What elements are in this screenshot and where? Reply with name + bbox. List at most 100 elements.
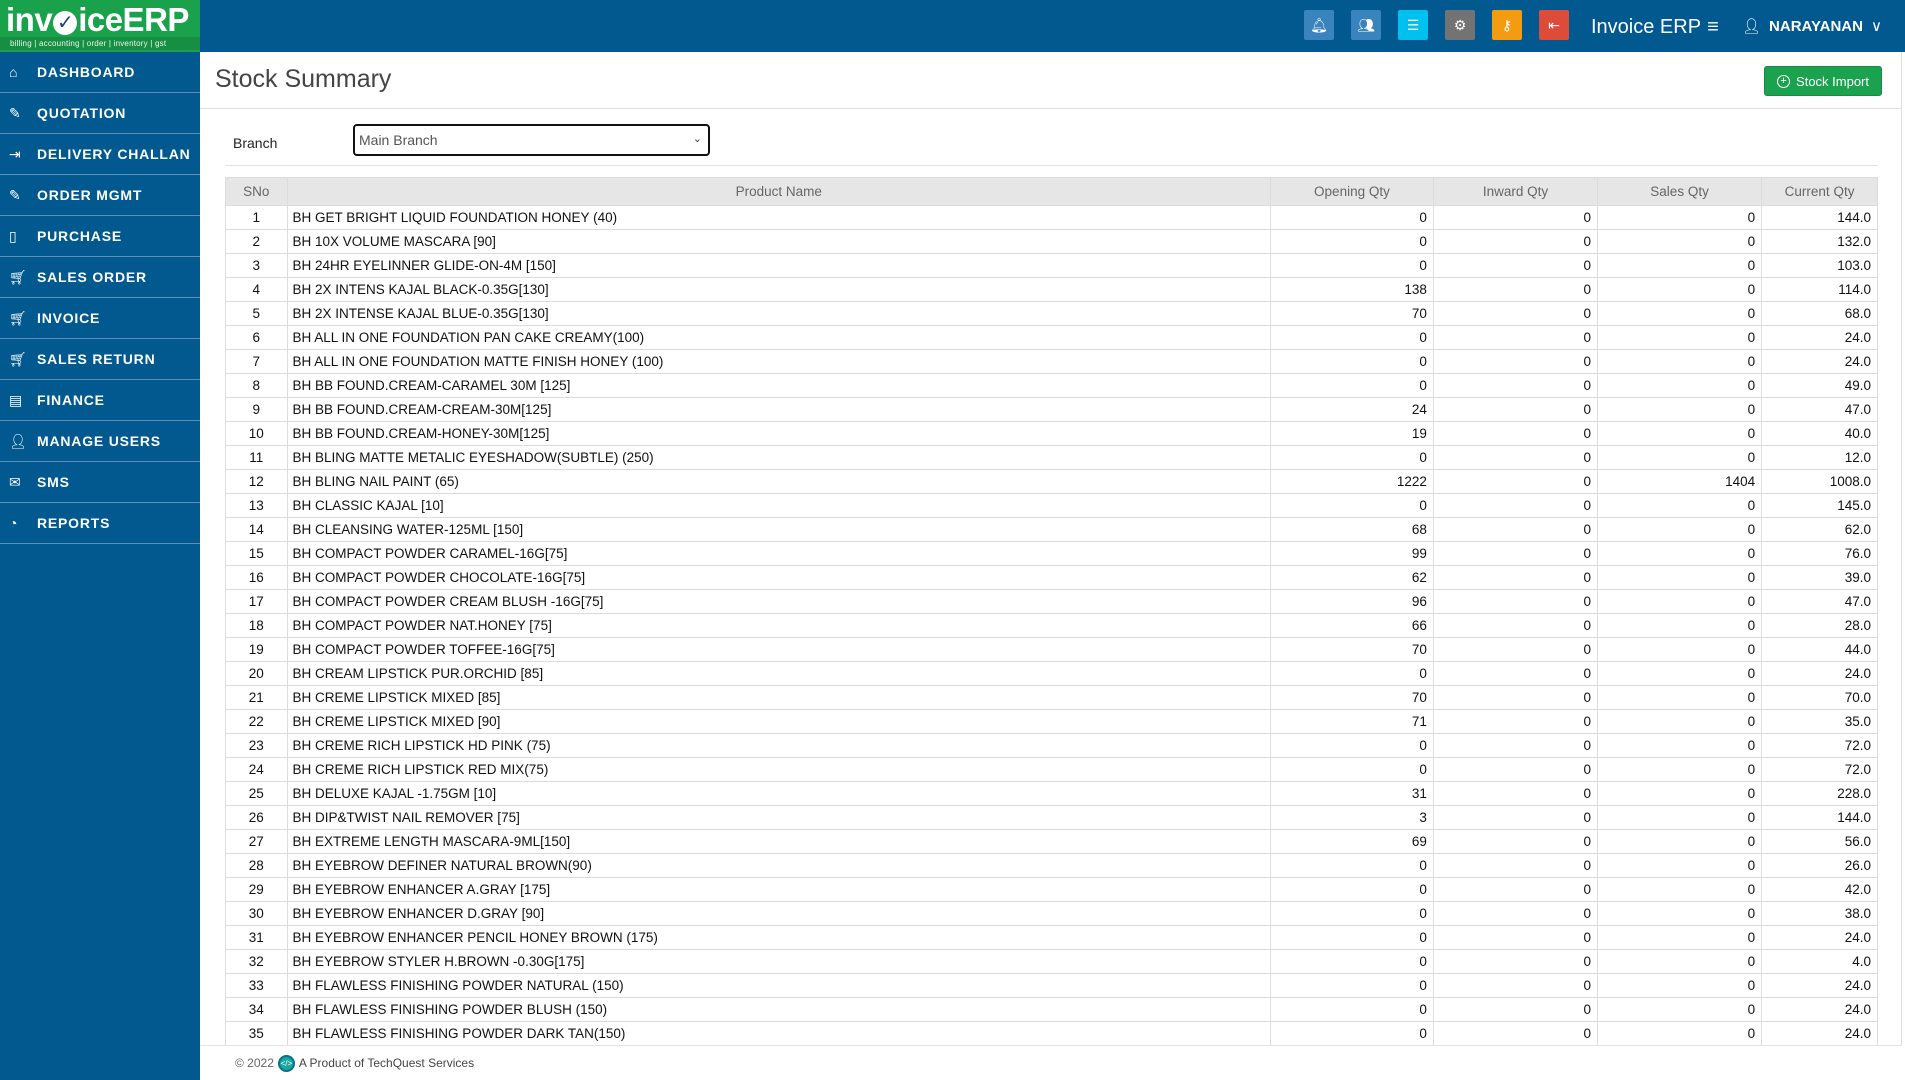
- user-menu[interactable]: 👤︎ NARAYANAN ∨: [1742, 15, 1882, 39]
- branch-select[interactable]: Main Branch ⌄: [353, 124, 710, 156]
- current-qty-cell: 72.0: [1761, 757, 1878, 782]
- sidebar-item-sales-return[interactable]: 🛒︎ SALES RETURN: [0, 339, 200, 380]
- sidebar-item-reports[interactable]: ◔ REPORTS: [0, 503, 200, 544]
- app-logo[interactable]: inv ✓ iceERP billing | accounting | order …: [0, 0, 200, 52]
- column-header-sales-qty[interactable]: Sales Qty: [1597, 177, 1763, 206]
- bag-icon: ▯: [9, 227, 18, 244]
- footer-credit[interactable]: A Product of TechQuest Services: [299, 1056, 474, 1070]
- table-row[interactable]: 7 BH ALL IN ONE FOUNDATION MATTE FINISH H…: [225, 349, 1878, 374]
- column-header-sno[interactable]: SNo: [225, 177, 288, 206]
- inward-qty-cell: 0: [1432, 829, 1599, 854]
- table-row[interactable]: 15 BH COMPACT POWDER CARAMEL-16G[75] 99 0 0 7…: [225, 541, 1878, 566]
- sidebar-item-quotation[interactable]: ✎ QUOTATION: [0, 93, 200, 134]
- table-row[interactable]: 26 BH DIP&TWIST NAIL REMOVER [75] 3 0 0 144.0: [225, 805, 1878, 830]
- cart-icon: 🛒︎: [9, 309, 28, 326]
- sno-cell: 11: [225, 445, 288, 470]
- table-row[interactable]: 2 BH 10X VOLUME MASCARA [90] 0 0 0 132.0: [225, 229, 1878, 254]
- table-row[interactable]: 29 BH EYEBROW ENHANCER A.GRAY [175] 0 0 0 42.…: [225, 877, 1878, 902]
- sidebar-item-finance[interactable]: ▤ FINANCE: [0, 380, 200, 421]
- list-icon: ☰: [1406, 16, 1420, 33]
- chevron-down-icon: ⌄: [692, 133, 702, 145]
- opening-qty-cell: 1222: [1270, 469, 1434, 494]
- opening-qty-cell: 0: [1270, 853, 1434, 878]
- table-row[interactable]: 19 BH COMPACT POWDER TOFFEE-16G[75] 70 0 0 44…: [225, 637, 1878, 662]
- sales-qty-cell: 0: [1597, 637, 1763, 662]
- table-row[interactable]: 30 BH EYEBROW ENHANCER D.GRAY [90] 0 0 0 38.0: [225, 901, 1878, 926]
- table-row[interactable]: 17 BH COMPACT POWDER CREAM BLUSH -16G[75]…: [225, 589, 1878, 614]
- cart-icon: 🛒︎: [9, 268, 28, 285]
- users-button[interactable]: 👥︎: [1351, 10, 1381, 40]
- table-row[interactable]: 3 BH 24HR EYELINNER GLIDE-ON-4M [150] 0 0 0 1…: [225, 253, 1878, 278]
- sales-qty-cell: 0: [1597, 709, 1763, 734]
- stock-import-button[interactable]: + Stock Import: [1764, 66, 1882, 96]
- table-row[interactable]: 27 BH EXTREME LENGTH MASCARA-9ML[150] 69 0 0…: [225, 829, 1878, 854]
- sales-qty-cell: 0: [1597, 685, 1763, 710]
- sidebar-item-purchase[interactable]: ▯ PURCHASE: [0, 216, 200, 257]
- current-qty-cell: 144.0: [1761, 205, 1878, 230]
- sales-qty-cell: 0: [1597, 421, 1763, 446]
- sidebar-item-delivery-challan[interactable]: ⇥ DELIVERY CHALLAN: [0, 134, 200, 175]
- sidebar-item-sms[interactable]: ✉ SMS: [0, 462, 200, 503]
- opening-qty-cell: 0: [1270, 997, 1434, 1022]
- sidebar-item-manage-users[interactable]: 👤︎ MANAGE USERS: [0, 421, 200, 462]
- sidebar-item-label: DELIVERY CHALLAN: [37, 146, 191, 162]
- table-row[interactable]: 12 BH BLING NAIL PAINT (65) 1222 0 1404 1008.…: [225, 469, 1878, 494]
- key-button[interactable]: ⚷: [1492, 10, 1522, 40]
- table-row[interactable]: 8 BH BB FOUND.CREAM-CARAMEL 30M [125] 0 0 0 4…: [225, 373, 1878, 398]
- table-row[interactable]: 13 BH CLASSIC KAJAL [10] 0 0 0 145.0: [225, 493, 1878, 518]
- table-header-row: SNo Product Name Opening Qty Inward Qty Sale…: [225, 177, 1878, 206]
- table-row[interactable]: 11 BH BLING MATTE METALIC EYESHADOW(SUBTL…: [225, 445, 1878, 470]
- table-row[interactable]: 20 BH CREAM LIPSTICK PUR.ORCHID [85] 0 0 0 24…: [225, 661, 1878, 686]
- table-row[interactable]: 10 BH BB FOUND.CREAM-HONEY-30M[125] 19 0 0 40…: [225, 421, 1878, 446]
- sno-cell: 20: [225, 661, 288, 686]
- sidebar-item-invoice[interactable]: 🛒︎ INVOICE: [0, 298, 200, 339]
- table-row[interactable]: 18 BH COMPACT POWDER NAT.HONEY [75] 66 0 0 28…: [225, 613, 1878, 638]
- table-row[interactable]: 14 BH CLEANSING WATER-125ML [150] 68 0 0 62.0: [225, 517, 1878, 542]
- table-row[interactable]: 28 BH EYEBROW DEFINER NATURAL BROWN(90) 0 0…: [225, 853, 1878, 878]
- sales-qty-cell: 0: [1597, 373, 1763, 398]
- sno-cell: 14: [225, 517, 288, 542]
- stock-import-label: Stock Import: [1796, 73, 1869, 89]
- table-row[interactable]: 6 BH ALL IN ONE FOUNDATION PAN CAKE CREAM…: [225, 325, 1878, 350]
- product-name-cell: BH ALL IN ONE FOUNDATION MATTE FINISH HO…: [286, 349, 1272, 374]
- sales-qty-cell: 0: [1597, 445, 1763, 470]
- table-row[interactable]: 23 BH CREME RICH LIPSTICK HD PINK (75) 0 0 0…: [225, 733, 1878, 758]
- table-row[interactable]: 22 BH CREME LIPSTICK MIXED [90] 71 0 0 35.0: [225, 709, 1878, 734]
- opening-qty-cell: 0: [1270, 733, 1434, 758]
- table-row[interactable]: 35 BH FLAWLESS FINISHING POWDER DARK TAN(…: [225, 1021, 1878, 1045]
- sidebar-item-label: REPORTS: [37, 515, 111, 531]
- table-row[interactable]: 9 BH BB FOUND.CREAM-CREAM-30M[125] 24 0 0 47.…: [225, 397, 1878, 422]
- table-row[interactable]: 16 BH COMPACT POWDER CHOCOLATE-16G[75] 62 0…: [225, 565, 1878, 590]
- table-row[interactable]: 34 BH FLAWLESS FINISHING POWDER BLUSH (15…: [225, 997, 1878, 1022]
- sidebar-item-dashboard[interactable]: ⌂ DASHBOARD: [0, 52, 200, 93]
- sales-qty-cell: 0: [1597, 733, 1763, 758]
- sidebar-item-sales-order[interactable]: 🛒︎ SALES ORDER: [0, 257, 200, 298]
- sno-cell: 1: [225, 205, 288, 230]
- column-header-opening-qty[interactable]: Opening Qty: [1270, 177, 1434, 206]
- table-row[interactable]: 5 BH 2X INTENSE KAJAL BLUE-0.35G[130] 70 0 0…: [225, 301, 1878, 326]
- stock-table-container[interactable]: SNo Product Name Opening Qty Inward Qty Sale…: [225, 177, 1878, 1045]
- column-header-product-name[interactable]: Product Name: [286, 177, 1272, 206]
- table-row[interactable]: 31 BH EYEBROW ENHANCER PENCIL HONEY BROWN…: [225, 925, 1878, 950]
- bell-button[interactable]: 🔔︎: [1304, 10, 1334, 40]
- opening-qty-cell: 0: [1270, 877, 1434, 902]
- column-header-current-qty[interactable]: Current Qty: [1761, 177, 1878, 206]
- table-row[interactable]: 4 BH 2X INTENS KAJAL BLACK-0.35G[130] 138 0…: [225, 277, 1878, 302]
- sno-cell: 4: [225, 277, 288, 302]
- sidebar-item-order-mgmt[interactable]: ✎ ORDER MGMT: [0, 175, 200, 216]
- table-row[interactable]: 1 BH GET BRIGHT LIQUID FOUNDATION HONEY (…: [225, 205, 1878, 230]
- table-row[interactable]: 21 BH CREME LIPSTICK MIXED [85] 70 0 0 70.0: [225, 685, 1878, 710]
- table-row[interactable]: 32 BH EYEBROW STYLER H.BROWN -0.30G[175] 0…: [225, 949, 1878, 974]
- opening-qty-cell: 62: [1270, 565, 1434, 590]
- hamburger-menu-icon[interactable]: ≡: [1707, 14, 1719, 40]
- table-row[interactable]: 24 BH CREME RICH LIPSTICK RED MIX(75) 0 0 0 7…: [225, 757, 1878, 782]
- sno-cell: 35: [225, 1021, 288, 1045]
- table-row[interactable]: 25 BH DELUXE KAJAL -1.75GM [10] 31 0 0 228.0: [225, 781, 1878, 806]
- gear-button[interactable]: ⚙: [1445, 10, 1475, 40]
- inward-qty-cell: 0: [1432, 709, 1599, 734]
- table-row[interactable]: 33 BH FLAWLESS FINISHING POWDER NATURAL (…: [225, 973, 1878, 998]
- list-button[interactable]: ☰: [1398, 10, 1428, 40]
- logout-button[interactable]: ⇤: [1539, 10, 1569, 40]
- column-header-inward-qty[interactable]: Inward Qty: [1432, 177, 1599, 206]
- page-title: Stock Summary: [215, 65, 392, 93]
